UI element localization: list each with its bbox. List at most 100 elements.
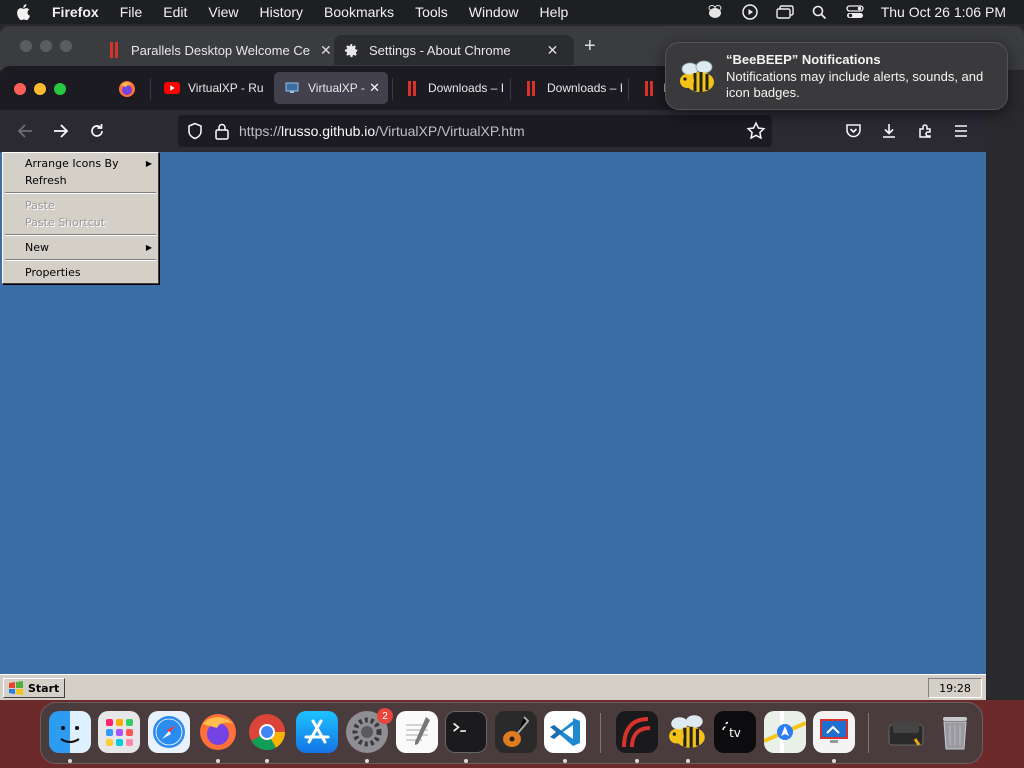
menu-item-new[interactable]: New ▶ <box>3 239 158 256</box>
svg-text:tv: tv <box>729 726 741 740</box>
firefox-tab-label: Downloads – I <box>428 81 505 95</box>
beebeep-icon[interactable] <box>667 711 709 753</box>
chrome-icon[interactable] <box>246 711 288 753</box>
parallels-favicon-icon <box>110 42 119 58</box>
close-tab-icon[interactable]: ✕ <box>320 42 332 59</box>
chrome-tab-parallels[interactable]: Parallels Desktop Welcome Ce ✕ <box>110 35 332 65</box>
notification-body: Notifications may include alerts, sounds… <box>726 69 984 100</box>
window-controls <box>14 83 66 95</box>
menu-separator <box>5 259 156 261</box>
beebeep-status-icon[interactable] <box>706 4 724 20</box>
minimize-window-button[interactable] <box>34 83 46 95</box>
system-settings-icon[interactable]: 2 <box>346 708 393 753</box>
terminal-icon[interactable] <box>445 711 487 753</box>
bookmark-star-icon[interactable] <box>746 121 766 141</box>
hamburger-menu-icon[interactable] <box>949 119 973 143</box>
chrome-tab-settings[interactable]: Settings - About Chrome ✕ <box>334 35 574 65</box>
remote-desktop-icon[interactable] <box>813 711 855 753</box>
menubar-clock[interactable]: Thu Oct 26 1:06 PM <box>881 4 1006 20</box>
forward-button[interactable] <box>49 119 73 143</box>
menu-view[interactable]: View <box>208 4 238 20</box>
menu-help[interactable]: Help <box>540 4 569 20</box>
parallels-favicon-icon <box>523 80 539 96</box>
close-tab-icon[interactable]: ✕ <box>369 80 380 96</box>
app-store-icon[interactable] <box>296 711 338 753</box>
menu-edit[interactable]: Edit <box>163 4 187 20</box>
lock-icon[interactable] <box>214 122 230 140</box>
gear-icon <box>344 43 358 57</box>
macos-dock: 2 tv <box>40 702 983 764</box>
window-switcher-icon[interactable] <box>776 4 794 20</box>
notification-title: “BeeBEEP” Notifications <box>726 52 881 67</box>
firefox-tab-label: Downloads – I <box>547 81 624 95</box>
parallels-favicon-icon <box>642 80 655 96</box>
close-tab-icon[interactable]: ✕ <box>547 42 559 59</box>
virtualxp-desktop[interactable]: Arrange Icons By ▶ Refresh Paste Paste Sh… <box>0 152 986 700</box>
firefox-view-icon[interactable] <box>118 80 136 98</box>
downloads-stack-icon[interactable] <box>885 711 927 753</box>
vscode-icon[interactable] <box>544 711 586 753</box>
apple-menu-icon[interactable] <box>16 3 38 21</box>
menu-item-paste-shortcut: Paste Shortcut <box>25 216 106 229</box>
youtube-favicon-icon <box>164 81 180 95</box>
parallels-icon[interactable] <box>616 711 658 753</box>
menu-app-name[interactable]: Firefox <box>52 4 99 20</box>
menu-item-paste: Paste <box>25 199 55 212</box>
menu-window[interactable]: Window <box>469 4 519 20</box>
firefox-tab-label: VirtualXP - <box>308 81 365 95</box>
menu-item-refresh[interactable]: Refresh <box>3 172 158 189</box>
menu-file[interactable]: File <box>120 4 143 20</box>
firefox-tab-virtualxp-youtube[interactable]: VirtualXP - Ru <box>154 72 268 104</box>
firefox-tab-downloads-1[interactable]: Downloads – I <box>394 72 506 104</box>
control-center-icon[interactable] <box>846 4 864 20</box>
start-label: Start <box>28 681 60 695</box>
zoom-window-button[interactable] <box>54 83 66 95</box>
trash-icon[interactable] <box>934 711 976 753</box>
extensions-icon[interactable] <box>913 119 937 143</box>
firefox-icon[interactable] <box>197 711 239 753</box>
menu-separator <box>5 192 156 194</box>
submenu-arrow-icon: ▶ <box>145 243 152 252</box>
start-button[interactable]: Start <box>3 678 65 698</box>
downloads-icon[interactable] <box>877 119 901 143</box>
firefox-tab-label: VirtualXP - Ru <box>188 81 264 95</box>
back-button[interactable] <box>13 119 37 143</box>
pocket-icon[interactable] <box>841 119 865 143</box>
tracking-protection-shield-icon[interactable] <box>186 122 204 140</box>
beebeep-app-icon <box>680 60 714 92</box>
xp-taskbar: Start 19:28 <box>0 674 986 700</box>
menu-tools[interactable]: Tools <box>415 4 448 20</box>
firefox-tab-virtualxp-active[interactable]: VirtualXP - ✕ <box>274 72 388 104</box>
reload-button[interactable] <box>85 119 109 143</box>
menu-separator <box>5 234 156 236</box>
address-bar[interactable]: https://lrusso.github.io/VirtualXP/Virtu… <box>178 115 772 147</box>
xp-tray-clock: 19:28 <box>928 678 982 698</box>
finder-icon[interactable] <box>49 711 91 753</box>
parallels-favicon-icon <box>404 80 420 96</box>
menu-history[interactable]: History <box>259 4 303 20</box>
virtualxp-favicon-icon <box>284 81 300 95</box>
maps-icon[interactable] <box>763 711 807 753</box>
notification-badge: 2 <box>377 708 393 724</box>
submenu-arrow-icon: ▶ <box>145 159 152 168</box>
firefox-navbar: https://lrusso.github.io/VirtualXP/Virtu… <box>0 110 986 152</box>
garageband-icon[interactable] <box>495 711 537 753</box>
beebeep-notification[interactable]: “BeeBEEP” Notifications Notifications ma… <box>665 42 1008 110</box>
desktop-context-menu: Arrange Icons By ▶ Refresh Paste Paste Sh… <box>2 152 159 284</box>
chrome-tab-label: Parallels Desktop Welcome Ce <box>131 42 310 58</box>
url-text[interactable]: https://lrusso.github.io/VirtualXP/Virtu… <box>239 123 525 139</box>
launchpad-icon[interactable] <box>98 711 140 753</box>
menu-item-properties[interactable]: Properties <box>3 264 158 281</box>
spotlight-search-icon[interactable] <box>811 4 829 20</box>
apple-tv-icon[interactable]: tv <box>714 711 756 753</box>
macos-menubar: Firefox File Edit View History Bookmarks… <box>0 0 1024 24</box>
textedit-icon[interactable] <box>396 711 438 753</box>
play-circle-icon[interactable] <box>741 4 759 20</box>
new-tab-button[interactable]: + <box>584 35 596 58</box>
menu-item-arrange-icons-by[interactable]: Arrange Icons By ▶ <box>3 155 158 172</box>
close-window-button[interactable] <box>14 83 26 95</box>
chrome-window-controls <box>20 40 72 52</box>
firefox-tab-downloads-2[interactable]: Downloads – I <box>513 72 625 104</box>
menu-bookmarks[interactable]: Bookmarks <box>324 4 394 20</box>
safari-icon[interactable] <box>148 711 190 753</box>
